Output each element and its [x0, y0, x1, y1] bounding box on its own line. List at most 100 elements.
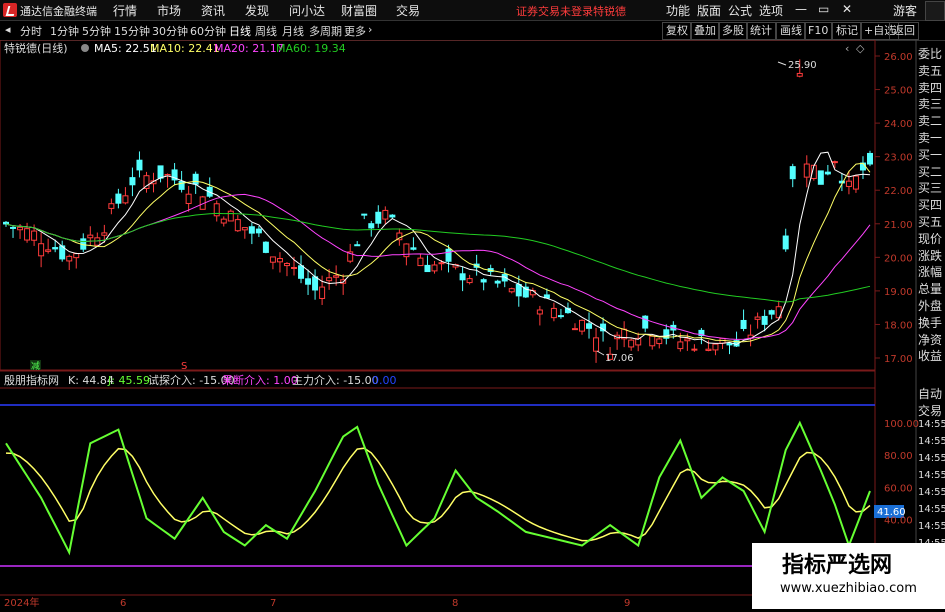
guest-label[interactable]: 游客: [893, 2, 917, 19]
trade-panel-item[interactable]: 14:55: [918, 453, 945, 464]
period-weekly[interactable]: 周线: [255, 23, 277, 39]
btn-f10[interactable]: F10: [804, 22, 833, 40]
j-line: [5, 420, 871, 556]
candle-body: [789, 166, 796, 180]
candle-body: [424, 264, 431, 273]
x-label-8: 8: [452, 598, 458, 609]
legend-settings-icon[interactable]: [81, 44, 89, 52]
candle-body: [494, 280, 501, 284]
login-notice[interactable]: 证券交易未登录: [516, 3, 593, 19]
candle-body: [115, 193, 122, 204]
period-daily[interactable]: 日线: [229, 23, 251, 39]
menu-news[interactable]: 资讯: [201, 2, 225, 19]
candle-body: [726, 343, 733, 346]
chart-area[interactable]: 特锐德(日线) MA5: 22.51 MA10: 22.41 MA20: 21.…: [0, 39, 945, 609]
quote-panel-item[interactable]: 卖四: [918, 79, 945, 96]
period-intraday[interactable]: 分时: [20, 23, 42, 39]
quote-panel-item[interactable]: 买五: [918, 213, 945, 230]
candle-body: [101, 232, 108, 236]
candle-body: [276, 258, 283, 263]
settings-icon[interactable]: ◇: [856, 42, 865, 55]
account-badge[interactable]: [925, 1, 945, 21]
kline-chart[interactable]: 特锐德(日线) MA5: 22.51 MA10: 22.41 MA20: 21.…: [0, 39, 945, 609]
minimize-icon[interactable]: —: [795, 2, 807, 16]
trade-panel-item[interactable]: 14:55: [918, 521, 945, 532]
period-1min[interactable]: 1分钟: [50, 23, 79, 39]
quote-panel-item[interactable]: 买四: [918, 196, 945, 213]
quote-panel-item[interactable]: 涨跌: [918, 247, 945, 264]
quote-panel-item[interactable]: 买二: [918, 163, 945, 180]
quote-panel-item[interactable]: 外盘: [918, 297, 945, 314]
candle-body: [255, 228, 262, 234]
menu-trade[interactable]: 交易: [396, 2, 420, 19]
quote-panel-item[interactable]: 净资: [918, 331, 945, 348]
menu-layout[interactable]: 版面: [697, 2, 721, 19]
period-more[interactable]: 更多: [344, 23, 366, 39]
candle-body: [262, 241, 269, 253]
trade-panel-item[interactable]: 自动: [918, 385, 945, 402]
sub-tick: 100.00: [884, 419, 919, 430]
trade-panel-item[interactable]: 14:55: [918, 436, 945, 447]
restore-icon[interactable]: ▭: [818, 2, 829, 16]
quote-panel-item[interactable]: 委比: [918, 45, 945, 62]
menu-formula[interactable]: 公式: [728, 2, 752, 19]
period-15min[interactable]: 15分钟: [114, 23, 150, 39]
toolbar-left-arrow-icon[interactable]: ◂: [5, 23, 11, 36]
btn-multi-stock[interactable]: 多股: [718, 22, 748, 40]
menu-quotes[interactable]: 行情: [113, 2, 137, 19]
menu-market[interactable]: 市场: [157, 2, 181, 19]
menu-function[interactable]: 功能: [666, 2, 690, 19]
quote-panel-item[interactable]: 卖二: [918, 112, 945, 129]
candle-body: [157, 165, 164, 179]
candle-body: [642, 315, 649, 329]
expand-icon[interactable]: ‹: [845, 42, 849, 55]
candle-body: [87, 234, 94, 239]
quote-panel-item[interactable]: 卖五: [918, 62, 945, 79]
trade-panel-item[interactable]: 14:55: [918, 504, 945, 515]
candle-body: [817, 170, 824, 185]
btn-mark[interactable]: 标记: [832, 22, 862, 40]
quote-panel-item[interactable]: 总量: [918, 280, 945, 297]
close-icon[interactable]: ✕: [842, 2, 852, 16]
quote-panel-item[interactable]: 买一: [918, 146, 945, 163]
quote-panel-item[interactable]: 卖三: [918, 95, 945, 112]
candle-body: [108, 203, 115, 209]
candle-body: [38, 243, 45, 257]
period-5min[interactable]: 5分钟: [82, 23, 111, 39]
watermark-url: www.xuezhibiao.com: [780, 581, 917, 596]
period-multi[interactable]: 多周期: [309, 23, 342, 39]
x-label-7: 7: [270, 598, 276, 609]
menu-assistant[interactable]: 问小达: [289, 2, 325, 19]
period-monthly[interactable]: 月线: [282, 23, 304, 39]
quote-panel-item[interactable]: 涨幅: [918, 263, 945, 280]
trade-panel-item[interactable]: 14:55: [918, 487, 945, 498]
period-60min[interactable]: 60分钟: [190, 23, 226, 39]
candle-body: [649, 335, 656, 347]
more-chevron-icon[interactable]: ›: [368, 23, 372, 36]
trade-panel-item[interactable]: 14:55: [918, 470, 945, 481]
menu-community[interactable]: 财富圈: [341, 2, 377, 19]
period-30min[interactable]: 30分钟: [152, 23, 188, 39]
quote-panel-item[interactable]: 现价: [918, 230, 945, 247]
candle-body: [754, 316, 761, 320]
candle-body: [712, 343, 719, 351]
candle-body: [508, 288, 515, 293]
quote-panel-item[interactable]: 卖一: [918, 129, 945, 146]
btn-adjust[interactable]: 复权: [662, 22, 692, 40]
sub-tick: 80.00: [884, 451, 913, 462]
trade-panel-item[interactable]: 14:55: [918, 419, 945, 430]
quote-panel-item[interactable]: 买三: [918, 179, 945, 196]
menu-options[interactable]: 选项: [759, 2, 783, 19]
price-tick: 18.00: [884, 320, 913, 331]
menu-discover[interactable]: 发现: [245, 2, 269, 19]
trade-panel-item[interactable]: 交易: [918, 402, 945, 419]
btn-draw[interactable]: 画线: [776, 22, 806, 40]
btn-stats[interactable]: 统计: [746, 22, 776, 40]
quote-panel-item[interactable]: 收益: [918, 347, 945, 364]
quote-panel-item[interactable]: 换手: [918, 314, 945, 331]
btn-back[interactable]: 返回: [889, 22, 919, 40]
candle-body: [52, 247, 59, 250]
candle-body: [129, 177, 136, 186]
btn-overlay[interactable]: 叠加: [690, 22, 720, 40]
candle-body: [326, 277, 333, 282]
